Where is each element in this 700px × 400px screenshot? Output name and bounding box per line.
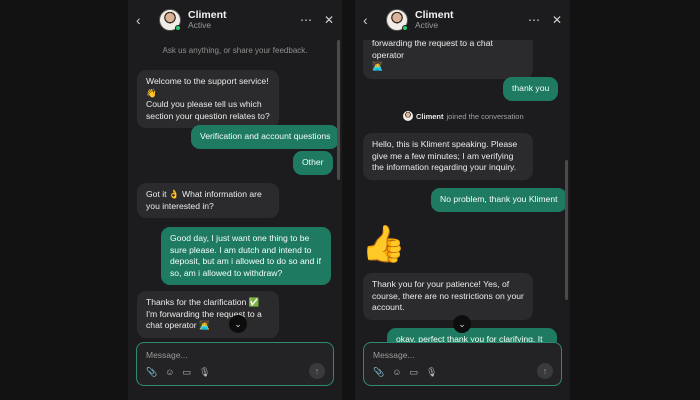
message-composer: 📎 ☺ ▭ 🎙 ↑ [136, 342, 334, 386]
joined-notice: Climent joined the conversation [403, 111, 524, 121]
gif-icon[interactable]: ▭ [182, 367, 191, 378]
joined-text: joined the conversation [446, 111, 524, 121]
message-bot: Hello, this is Kliment speaking. Please … [363, 133, 533, 180]
message-user: Good day, I just want one thing to be su… [161, 227, 331, 285]
scroll-down-button[interactable]: ⌄ [229, 315, 247, 333]
close-icon[interactable]: ✕ [552, 13, 562, 27]
close-icon[interactable]: ✕ [324, 13, 334, 27]
emoji-icon[interactable]: ☺ [392, 367, 401, 378]
thumbs-up-sticker: 👍 [361, 223, 406, 264]
message-text: No problem, thank you Kliment [440, 194, 558, 204]
message-user: thank you [503, 77, 559, 101]
mic-icon[interactable]: 🎙 [426, 367, 437, 378]
chat-header: ‹ Climent Active ⋯ ✕ [355, 0, 570, 40]
message-bot: Thank you for your patience! Yes, of cou… [363, 273, 533, 320]
message-composer: 📎 ☺ ▭ 🎙 ↑ [363, 342, 562, 386]
agent-status: Active [188, 20, 212, 31]
back-icon[interactable]: ‹ [136, 12, 150, 28]
emoji-icon[interactable]: ☺ [165, 367, 174, 378]
chat-panel-left: ‹ Climent Active ⋯ ✕ Ask us anything, or… [128, 0, 342, 400]
mic-icon[interactable]: 🎙 [199, 367, 210, 378]
message-bot: Thanks for the clarification ✅ I'm forwa… [137, 291, 279, 338]
message-bot: Got it 👌 What information are you intere… [137, 183, 279, 218]
scrollbar[interactable] [565, 160, 568, 300]
message-user: Other [293, 151, 333, 175]
message-text: Welcome to the support service! 👋 Could … [146, 76, 270, 121]
message-text: Hello, this is Kliment speaking. Please … [372, 139, 518, 172]
message-text: forwarding the request to a chat operato… [372, 40, 493, 71]
chat-header: ‹ Climent Active ⋯ ✕ [128, 0, 342, 40]
online-status-dot [175, 25, 181, 31]
message-text: Thank you for your patience! Yes, of cou… [372, 279, 524, 312]
message-text: Good day, I just want one thing to be su… [170, 233, 321, 278]
intro-note: Ask us anything, or share your feedback. [162, 46, 308, 55]
message-bot: Welcome to the support service! 👋 Could … [137, 70, 279, 128]
attach-icon[interactable]: 📎 [373, 367, 384, 378]
more-icon[interactable]: ⋯ [528, 13, 540, 27]
message-text: Got it 👌 What information are you intere… [146, 189, 262, 211]
more-icon[interactable]: ⋯ [300, 13, 312, 27]
message-user: No problem, thank you Kliment [431, 188, 567, 212]
message-text: okay, perfect thank you for clarifying. … [396, 334, 543, 342]
send-button[interactable]: ↑ [537, 363, 553, 379]
joined-name: Climent [416, 111, 444, 121]
avatar [403, 111, 413, 121]
scroll-down-button[interactable]: ⌄ [453, 315, 471, 333]
message-user: okay, perfect thank you for clarifying. … [387, 328, 557, 342]
attach-icon[interactable]: 📎 [146, 367, 157, 378]
avatar [159, 9, 181, 31]
messages-list[interactable]: Ask us anything, or share your feedback.… [128, 40, 342, 342]
avatar [386, 9, 408, 31]
chat-panel-right: ‹ Climent Active ⋯ ✕ forwarding the requ… [355, 0, 570, 400]
message-bot: forwarding the request to a chat operato… [363, 40, 533, 79]
message-input[interactable] [146, 350, 296, 360]
gif-icon[interactable]: ▭ [409, 367, 418, 378]
message-text: thank you [512, 83, 550, 93]
agent-status: Active [415, 20, 439, 31]
message-text: Other [302, 157, 324, 167]
messages-list[interactable]: forwarding the request to a chat operato… [355, 40, 570, 342]
send-button[interactable]: ↑ [309, 363, 325, 379]
message-user: Verification and account questions [191, 125, 340, 149]
online-status-dot [402, 25, 408, 31]
back-icon[interactable]: ‹ [363, 12, 377, 28]
message-input[interactable] [373, 350, 523, 360]
message-text: Verification and account questions [200, 131, 331, 141]
scrollbar[interactable] [337, 40, 340, 180]
